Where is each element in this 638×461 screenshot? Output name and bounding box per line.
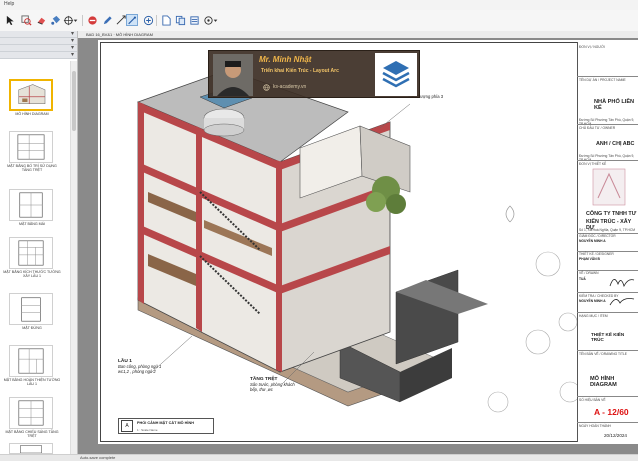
paint-bucket-icon[interactable] <box>49 14 61 26</box>
tb-date: 20/12/2024 <box>604 433 627 438</box>
text-tool-icon[interactable] <box>126 14 138 26</box>
close-icon[interactable]: ▾ <box>71 44 74 51</box>
panel-header: ▾ <box>0 31 77 38</box>
building-section-model <box>137 69 578 413</box>
tb-designer-label: THIẾT KẾ / DESIGNER <box>579 252 614 256</box>
page-thumbnail[interactable] <box>9 79 53 111</box>
page-thumbnail-label: MÔ HÌNH DIAGRAM <box>15 112 49 116</box>
panel-header: ▾ <box>0 52 77 59</box>
presenter-avatar <box>213 54 253 96</box>
tb-header: ĐƠN VỊ / NGƯỜI <box>579 45 605 49</box>
tb-sheet-number: A - 12/60 <box>594 407 629 417</box>
menu-help[interactable]: Help <box>4 1 14 7</box>
tb-checked: NGUYỄN MINH A <box>579 299 606 303</box>
tb-category: THIẾT KẾ KIẾN TRÚC <box>591 332 625 342</box>
pages-panel: ▾ ▾ ▾ ▾ MÔ HÌNH DIAGRAM MẶT BẰNG BỐ TRÍ … <box>0 31 78 454</box>
eraser-icon[interactable] <box>35 14 47 26</box>
annotation-tret-line: bếp, thư ,wc <box>250 387 273 392</box>
tb-director: NGUYỄN MINH A <box>579 239 606 243</box>
annotation-lau1-line: wc1,2 , phòng ngủ 2 <box>118 369 156 374</box>
no-entry-icon[interactable] <box>86 14 98 26</box>
tb-project-label: TÊN DỰ ÁN / PROJECT NAME <box>579 78 626 82</box>
panel-header: ▾ <box>0 38 77 45</box>
tb-sheetno-label: SỐ HIỆU BẢN VẼ <box>579 398 606 402</box>
page-thumbnail-label: MẶT BẰNG HOÀN THIỆN TƯỜNG LẦU 1 <box>3 378 61 386</box>
tb-drawn: TUẤ <box>579 277 586 281</box>
view-legend: A PHỐI CẢNH MẶT CẮT MÔ HÌNH 1 : Scale Na… <box>118 418 214 434</box>
tb-project: NHÀ PHỐ LIÊN KẾ <box>594 99 635 111</box>
settings-dropdown-icon[interactable] <box>212 14 219 26</box>
page-thumbnail-label: MẶT BẰNG MÁI <box>18 222 46 226</box>
tb-drawing-label: TÊN BẢN VẼ / DRAWING TITLE <box>579 352 627 356</box>
scrollbar-thumb[interactable] <box>72 71 76 131</box>
signature-checked <box>609 298 635 306</box>
page-thumbnail[interactable] <box>9 345 53 377</box>
status-text: Auto-save complete <box>80 455 116 460</box>
presenter-role: Triển khai Kiến Trúc - Layout Arc <box>261 68 339 74</box>
presenter-banner: Mr. Minh Nhật Triển khai Kiến Trúc - Lay… <box>208 50 420 98</box>
toolbar <box>0 10 638 32</box>
tb-company-address: Số 1, Xã Hoà Nghĩa, Quận 9, TP.HCM <box>579 228 635 232</box>
select-tool-icon[interactable] <box>4 14 16 26</box>
page-thumbnail-label: MẶT BẰNG CHIẾU SÁNG TẦNG TRỆT <box>5 430 59 438</box>
tb-company-line1: CÔNG TY TNHH TƯ <box>586 211 637 217</box>
copy-icon[interactable] <box>174 14 186 26</box>
tb-category-label: HẠNG MỤC / ITEM <box>579 314 608 318</box>
legend-scale: 1 : Scale Name <box>137 428 158 432</box>
tb-designer: PHẠM VĂN B <box>579 257 600 261</box>
academy-logo <box>375 53 417 96</box>
page-thumbnail[interactable] <box>9 397 53 429</box>
globe-icon <box>263 84 270 93</box>
orbit-dropdown-icon[interactable] <box>72 14 79 26</box>
zoom-window-icon[interactable] <box>20 14 32 26</box>
page-thumbnail-label: MẶT BẰNG BỐ TRÍ SỬ DỤNG TẦNG TRỆT <box>7 164 57 172</box>
page-thumbnail-label: MẶT BẰNG KÍCH THƯỚC TƯỜNG XÂY LẦU 1 <box>3 270 61 278</box>
panel-header: ▾ <box>0 45 77 52</box>
page-thumbnail[interactable] <box>9 293 53 325</box>
presenter-website: ks-academy.vn <box>273 84 307 90</box>
panel-scrollbar[interactable] <box>70 61 77 454</box>
tb-drawn-label: VẼ / DRAWN <box>579 271 599 275</box>
presenter-name: Mr. Minh Nhật <box>259 55 312 64</box>
page-thumbnail[interactable] <box>9 443 53 454</box>
page-thumbnail[interactable] <box>9 237 53 269</box>
menu-bar: Help <box>0 0 638 10</box>
page-thumbnail-label: MẶT ĐỨNG <box>22 326 42 330</box>
close-icon[interactable]: ▾ <box>71 37 74 44</box>
tb-owner: ANH / CHỊ ABC <box>596 141 635 147</box>
close-icon[interactable]: ▾ <box>71 30 74 37</box>
pencil-icon[interactable] <box>101 14 113 26</box>
tb-owner-label: CHỦ ĐẦU TƯ / OWNER <box>579 126 616 130</box>
close-icon[interactable]: ▾ <box>71 51 74 58</box>
tb-design-label: ĐƠN VỊ THIẾT KẾ <box>579 162 607 166</box>
tb-drawing: MÔ HÌNH DIAGRAM <box>590 376 617 388</box>
legend-title: PHỐI CẢNH MẶT CẮT MÔ HÌNH <box>137 421 194 425</box>
tb-date-label: NGÀY HOÀN THÀNH <box>579 424 611 428</box>
new-document-icon[interactable] <box>160 14 172 26</box>
annotation-lau1: LẦU 1 Ban công, phòng ngủ 1 wc1,2 , phòn… <box>118 358 161 374</box>
layers-icon[interactable] <box>188 14 200 26</box>
page-thumbnail[interactable] <box>9 189 53 221</box>
page-thumbnail[interactable] <box>9 131 53 163</box>
annotation-tang-tret: TẦNG TRỆT Sân trước, phòng khách bếp, th… <box>250 376 295 392</box>
legend-id: A <box>121 420 133 432</box>
tab-active[interactable]: BAD 16_BV&1 · MÔ HÌNH DIAGRAM <box>86 32 153 37</box>
tb-director-label: GIÁM ĐỐC / DIRECTOR <box>579 234 616 238</box>
add-page-icon[interactable] <box>142 14 154 26</box>
company-logo <box>592 168 626 206</box>
signature-drawn <box>609 279 635 288</box>
